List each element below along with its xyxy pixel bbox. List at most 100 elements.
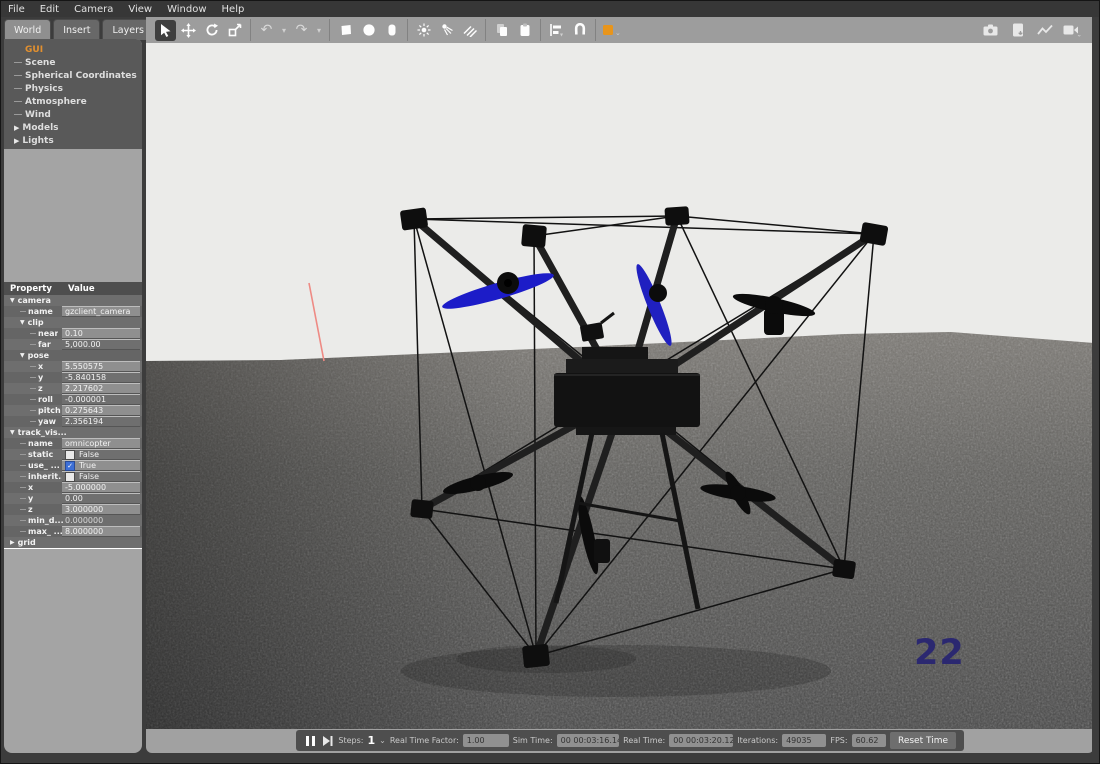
collapse-icon[interactable]: ▼ <box>10 429 15 436</box>
cylinder-button[interactable] <box>381 20 402 41</box>
tree-item-spherical-coordinates[interactable]: Spherical Coordinates <box>4 69 142 82</box>
viewport-3d[interactable]: 22 <box>146 43 1094 729</box>
property-row-min_d[interactable]: min_d...0.000000 <box>4 515 142 526</box>
property-value[interactable]: False <box>62 449 140 460</box>
property-value[interactable]: 2.356194 <box>62 416 140 427</box>
menu-item-window[interactable]: Window <box>167 4 206 15</box>
tree-item-lights[interactable]: ▶Lights <box>4 134 142 147</box>
tree-item-wind[interactable]: Wind <box>4 108 142 121</box>
spot-light-button[interactable] <box>436 20 457 41</box>
redo-history-button[interactable]: ▾ <box>314 20 324 41</box>
property-group-camera[interactable]: ▼camera <box>4 295 142 306</box>
property-row-near[interactable]: near0.10 <box>4 328 142 339</box>
view-angle-button[interactable]: ⌄ <box>601 20 622 41</box>
snap-button[interactable] <box>569 20 590 41</box>
video-record-button[interactable]: ⌄ <box>1061 20 1082 41</box>
property-value[interactable]: omnicopter <box>62 438 140 449</box>
property-row-name[interactable]: namegzclient_camera <box>4 306 142 317</box>
property-row-x[interactable]: x-5.000000 <box>4 482 142 493</box>
property-row-use_[interactable]: use_ ...✓True <box>4 460 142 471</box>
rotate-button[interactable] <box>201 20 222 41</box>
tree-item-atmosphere[interactable]: Atmosphere <box>4 95 142 108</box>
property-group-pose[interactable]: ▼pose <box>4 350 142 361</box>
point-light-button[interactable] <box>413 20 434 41</box>
property-value[interactable]: 0.275643 <box>62 405 140 416</box>
log-record-button[interactable] <box>1007 20 1028 41</box>
property-group-grid[interactable]: ▶grid <box>4 537 142 549</box>
spot-light-icon <box>440 23 454 37</box>
tree-item-scene[interactable]: Scene <box>4 56 142 69</box>
menu-item-edit[interactable]: Edit <box>40 4 59 15</box>
property-value[interactable]: 0.000000 <box>62 515 140 526</box>
translate-button[interactable] <box>178 20 199 41</box>
tree-item-label: Wind <box>25 110 51 120</box>
redo-button[interactable]: ↷ <box>291 20 312 41</box>
property-value[interactable]: 3.000000 <box>62 504 140 515</box>
checkbox-checked-icon[interactable]: ✓ <box>65 461 75 471</box>
property-row-yaw[interactable]: yaw2.356194 <box>4 416 142 427</box>
menu-item-file[interactable]: File <box>8 4 25 15</box>
property-row-roll[interactable]: roll-0.000001 <box>4 394 142 405</box>
menu-item-camera[interactable]: Camera <box>74 4 113 15</box>
tab-world[interactable]: World <box>4 19 51 40</box>
sphere-button[interactable] <box>358 20 379 41</box>
expand-arrow-icon[interactable]: ▶ <box>14 137 19 145</box>
property-row-y[interactable]: y-5.840158 <box>4 372 142 383</box>
undo-history-button[interactable]: ▾ <box>279 20 289 41</box>
steps-value[interactable]: 1 <box>367 734 375 747</box>
property-value[interactable]: 5,000.00 <box>62 339 140 350</box>
expand-arrow-icon[interactable]: ▶ <box>14 124 19 132</box>
screenshot-button[interactable] <box>980 20 1001 41</box>
property-row-name[interactable]: nameomnicopter <box>4 438 142 449</box>
pause-button[interactable] <box>304 733 317 749</box>
property-row-inherit[interactable]: inherit...False <box>4 471 142 482</box>
checkbox-unchecked-icon[interactable] <box>65 472 75 482</box>
property-row-static[interactable]: staticFalse <box>4 449 142 460</box>
expand-icon[interactable]: ▶ <box>10 539 15 546</box>
property-value[interactable]: gzclient_camera <box>62 306 140 317</box>
property-value[interactable]: False <box>62 471 140 482</box>
property-value[interactable]: ✓ True <box>62 460 140 471</box>
property-row-x[interactable]: x5.550575 <box>4 361 142 372</box>
property-value[interactable]: -5.840158 <box>62 372 140 383</box>
property-value[interactable]: -5.000000 <box>62 482 140 493</box>
property-row-far[interactable]: far5,000.00 <box>4 339 142 350</box>
plot-button[interactable] <box>1034 20 1055 41</box>
menu-item-help[interactable]: Help <box>222 4 245 15</box>
tree-item-physics[interactable]: Physics <box>4 82 142 95</box>
property-row-max_[interactable]: max_ ...8.000000 <box>4 526 142 537</box>
step-button[interactable] <box>321 733 334 749</box>
tree-item-gui[interactable]: GUI <box>4 43 142 56</box>
property-group-track_vis[interactable]: ▼track_vis... <box>4 427 142 438</box>
property-group-clip[interactable]: ▼clip <box>4 317 142 328</box>
box-button[interactable] <box>335 20 356 41</box>
property-value[interactable]: 2.217602 <box>62 383 140 394</box>
property-value[interactable]: 0.10 <box>62 328 140 339</box>
steps-chevron-icon[interactable]: ⌄ <box>379 736 386 745</box>
property-value[interactable]: 8.000000 <box>62 526 140 537</box>
property-row-y[interactable]: y0.00 <box>4 493 142 504</box>
property-value[interactable]: 5.550575 <box>62 361 140 372</box>
checkbox-unchecked-icon[interactable] <box>65 450 75 460</box>
collapse-icon[interactable]: ▼ <box>10 297 15 304</box>
copy-button[interactable] <box>491 20 512 41</box>
scale-button[interactable] <box>224 20 245 41</box>
reset-time-button[interactable]: Reset Time <box>890 732 956 749</box>
collapse-icon[interactable]: ▼ <box>20 319 25 326</box>
directional-light-button[interactable] <box>459 20 480 41</box>
group-label: grid <box>18 538 36 547</box>
select-button[interactable] <box>155 20 176 41</box>
property-value[interactable]: -0.000001 <box>62 394 140 405</box>
menu-item-view[interactable]: View <box>128 4 152 15</box>
align-button[interactable]: ▾ <box>546 20 567 41</box>
tree-item-models[interactable]: ▶Models <box>4 121 142 134</box>
tab-insert[interactable]: Insert <box>53 19 100 40</box>
property-row-z[interactable]: z3.000000 <box>4 504 142 515</box>
undo-button[interactable]: ↶ <box>256 20 277 41</box>
property-row-pitch[interactable]: pitch0.275643 <box>4 405 142 416</box>
collapse-icon[interactable]: ▼ <box>20 352 25 359</box>
property-value[interactable]: 0.00 <box>62 493 140 504</box>
property-row-z[interactable]: z2.217602 <box>4 383 142 394</box>
checkbox-state-label: True <box>79 461 96 470</box>
paste-button[interactable] <box>514 20 535 41</box>
